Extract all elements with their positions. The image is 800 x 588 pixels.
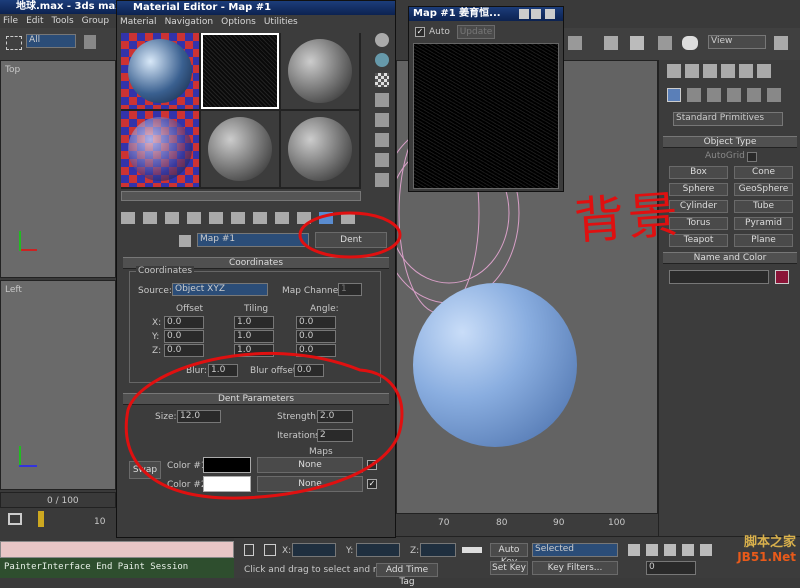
watermark-line1: 脚本之家 xyxy=(710,536,796,550)
annotation-text: 背景 xyxy=(572,186,684,249)
watermark: 脚本之家 JB51.Net xyxy=(710,536,796,564)
dent-highlight-circle xyxy=(300,213,400,257)
red-annotations xyxy=(0,0,800,578)
watermark-line2: JB51.Net xyxy=(710,550,796,564)
dent-params-highlight xyxy=(126,353,402,498)
